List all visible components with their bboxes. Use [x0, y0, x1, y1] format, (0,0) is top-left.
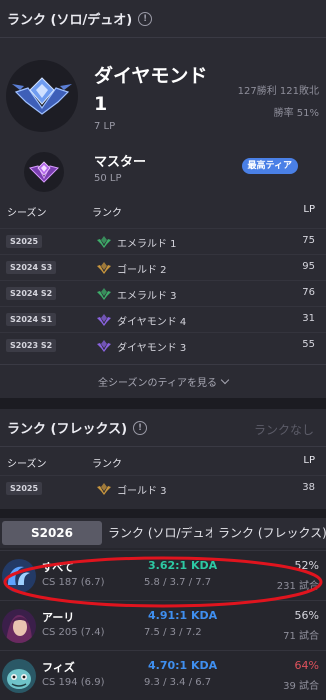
rank-column-header: ランク — [92, 459, 122, 470]
season-row: S2025 ゴールド 3 38 — [0, 475, 326, 499]
ahri-champion-icon — [2, 609, 36, 643]
season-tabs: S2026 ランク (ソロ/デュオ) ランク (フレックス) — [0, 518, 326, 548]
champion-row[interactable]: アーリ CS 205 (7.4) 4.91:1 KDA 7.5 / 3 / 7.2 56… — [0, 600, 326, 650]
champion-winrate: 64% — [294, 659, 319, 672]
lp-value: 31 — [302, 313, 315, 324]
champion-stats-card: S2026 ランク (ソロ/デュオ) ランク (フレックス) すべて CS 187… — [0, 518, 326, 700]
lp-value: 95 — [302, 261, 315, 272]
peak-tier-name: マスター — [94, 155, 147, 170]
champion-cs: CS 187 (6.7) — [42, 577, 105, 588]
view-all-label: 全シーズンのティアを見る — [98, 378, 217, 389]
flex-rank-card: ランク (フレックス) ! ランクなし シーズン ランク LP S2025 ゴール… — [0, 409, 326, 509]
flex-table-header: シーズン ランク LP — [0, 449, 326, 473]
win-loss-record: 127勝利 121敗北 — [237, 86, 319, 97]
solo-rank-header: ランク (ソロ/デュオ) ! — [0, 0, 326, 38]
rank-column-header: ランク — [92, 208, 122, 219]
info-icon[interactable]: ! — [133, 420, 148, 435]
info-icon[interactable]: ! — [138, 11, 153, 26]
flex-rank-header: ランク (フレックス) ! ランクなし — [0, 409, 326, 447]
season-table-header: シーズン ランク LP — [0, 198, 326, 222]
lp-column-header: LP — [303, 455, 315, 466]
flex-rank-title: ランク (フレックス) — [7, 422, 128, 437]
games-played: 71 試合 — [283, 631, 319, 642]
kda-line: 9.3 / 3.4 / 6.7 — [144, 677, 212, 688]
view-all-seasons-button[interactable]: 全シーズンのティアを見る — [0, 364, 326, 398]
lp-value: 76 — [302, 287, 315, 298]
lp-value: 38 — [302, 482, 315, 493]
solo-rank-card: ランク (ソロ/デュオ) ! ダイヤモンド 1 7 LP 127勝利 121敗北… — [0, 0, 326, 398]
champion-name: すべて — [42, 561, 74, 574]
kda-ratio: 4.91:1 KDA — [148, 609, 218, 622]
rank-name: エメラルド 1 — [117, 239, 177, 250]
rank-name: ゴールド 2 — [117, 265, 167, 276]
games-played: 39 試合 — [283, 681, 319, 692]
diamond-emblem-icon — [6, 60, 78, 132]
champion-row[interactable]: すべて CS 187 (6.7) 3.62:1 KDA 5.8 / 3.7 / 7.7… — [0, 550, 326, 600]
win-rate: 勝率 51% — [273, 108, 319, 119]
season-row: S2024 S1 ダイヤモンド 4 31 — [0, 306, 326, 330]
rank-name: ダイヤモンド 3 — [117, 343, 187, 354]
season-row: S2024 S3 ゴールド 2 95 — [0, 254, 326, 278]
chevron-down-icon — [220, 375, 230, 385]
fizz-champion-icon — [2, 659, 36, 693]
all-champions-icon — [2, 559, 36, 593]
lp-column-header: LP — [303, 204, 315, 215]
season-tag: S2023 S2 — [6, 339, 57, 352]
champion-name: フィズ — [42, 661, 75, 674]
kda-ratio: 3.62:1 KDA — [148, 559, 218, 572]
season-tag: S2025 — [6, 235, 43, 248]
tab-s2026[interactable]: S2026 — [2, 521, 102, 545]
season-tag: S2024 S2 — [6, 287, 57, 300]
peak-tier-badge: 最高ティア — [241, 158, 298, 174]
tab-solo-duo[interactable]: ランク (ソロ/デュオ) — [108, 518, 212, 548]
season-tag: S2024 S1 — [6, 313, 57, 326]
current-lp: 7 LP — [94, 121, 116, 132]
champion-name: アーリ — [42, 611, 75, 624]
champion-winrate: 52% — [294, 559, 319, 572]
season-column-header: シーズン — [7, 208, 47, 219]
season-tag: S2025 — [6, 482, 43, 495]
lp-value: 75 — [302, 235, 315, 246]
tab-flex[interactable]: ランク (フレックス) — [218, 518, 326, 548]
champion-cs: CS 194 (6.9) — [42, 677, 105, 688]
diamond-rank-icon — [96, 338, 112, 352]
season-row: S2025 エメラルド 1 75 — [0, 228, 326, 252]
champion-row[interactable]: フィズ CS 194 (6.9) 4.70:1 KDA 9.3 / 3.4 / 6.7… — [0, 650, 326, 700]
games-played: 231 試合 — [276, 581, 319, 592]
unranked-label: ランクなし — [253, 423, 314, 437]
diamond-rank-icon — [96, 312, 112, 326]
solo-rank-title: ランク (ソロ/デュオ) — [7, 13, 133, 28]
kda-line: 7.5 / 3 / 7.2 — [144, 627, 202, 638]
master-emblem-icon — [24, 152, 64, 192]
season-column-header: シーズン — [7, 459, 47, 470]
rank-name: ゴールド 3 — [117, 486, 167, 497]
peak-lp: 50 LP — [94, 173, 122, 184]
rank-name: ダイヤモンド 4 — [117, 317, 187, 328]
gold-rank-icon — [96, 481, 112, 495]
kda-ratio: 4.70:1 KDA — [148, 659, 218, 672]
rank-name: エメラルド 3 — [117, 291, 177, 302]
gold-rank-icon — [96, 260, 112, 274]
peak-rank: マスター 50 LP 最高ティア — [0, 142, 326, 194]
champion-cs: CS 205 (7.4) — [42, 627, 105, 638]
season-tag: S2024 S3 — [6, 261, 57, 274]
emerald-rank-icon — [96, 286, 112, 300]
current-rank: ダイヤモンド 1 7 LP 127勝利 121敗北 勝率 51% — [0, 38, 326, 138]
season-row: S2023 S2 ダイヤモンド 3 55 — [0, 332, 326, 356]
emerald-rank-icon — [96, 234, 112, 248]
champion-winrate: 56% — [294, 609, 319, 622]
season-row: S2024 S2 エメラルド 3 76 — [0, 280, 326, 304]
current-tier-name: ダイヤモンド 1 — [94, 65, 208, 115]
kda-line: 5.8 / 3.7 / 7.7 — [144, 577, 212, 588]
lp-value: 55 — [302, 339, 315, 350]
